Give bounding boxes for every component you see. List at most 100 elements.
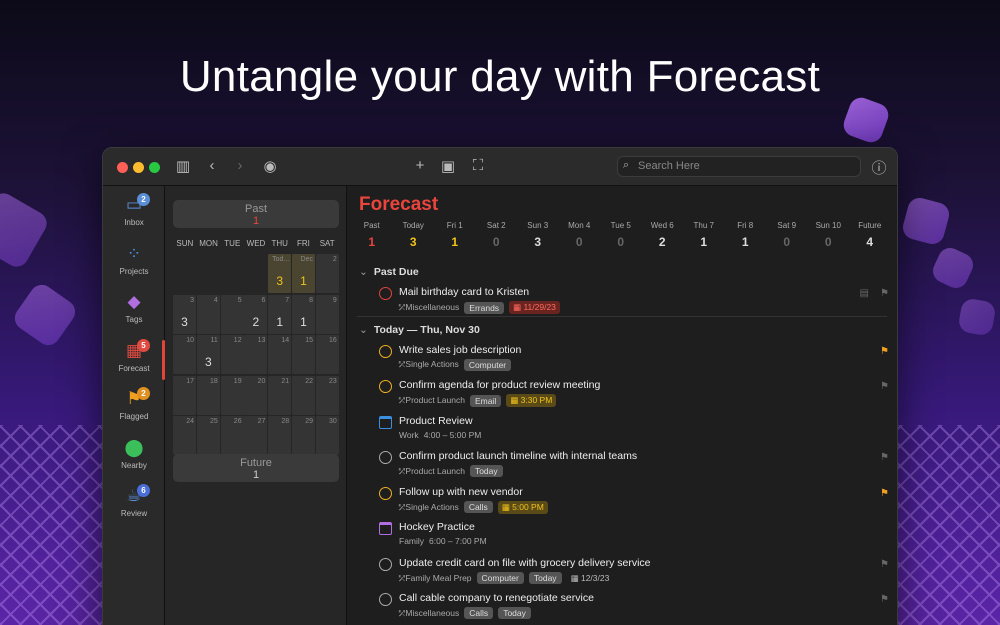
calendar-day-cell[interactable]: 22 (292, 375, 315, 415)
flag-icon[interactable]: ⚑ (880, 288, 889, 299)
calendar-day-cell[interactable]: 71 (268, 294, 292, 334)
sidebar-item-nearby[interactable]: ⬤ Nearby (103, 433, 165, 481)
search-input[interactable]: ⌕ Search Here (617, 156, 861, 177)
task-row[interactable]: Write sales job description ⤱Single Actio… (377, 344, 889, 378)
sidebar-item-projects[interactable]: ⁘ Projects (103, 239, 165, 287)
strip-day[interactable]: Sat 2 0 (476, 221, 518, 249)
past-summary-button[interactable]: Past 1 (173, 200, 339, 228)
strip-day[interactable]: Past 1 (351, 221, 393, 249)
inbox-tray-icon[interactable]: ▣ (438, 157, 458, 175)
strip-day[interactable]: Future 4 (849, 221, 891, 249)
calendar-day-cell[interactable]: 18 (196, 375, 220, 415)
calendar-day-cell[interactable]: 10 (173, 335, 196, 374)
calendar-day-cell[interactable]: 19 (220, 375, 244, 415)
task-checkbox[interactable] (379, 380, 392, 393)
tag-chip[interactable]: Today (528, 572, 562, 584)
task-checkbox[interactable] (379, 287, 392, 300)
close-window-button[interactable] (117, 162, 128, 173)
calendar-day-cell[interactable]: 9 (315, 294, 339, 334)
strip-day[interactable]: Sat 9 0 (766, 221, 808, 249)
tag-chip[interactable]: Calls (463, 501, 493, 513)
calendar-day-cell[interactable]: 28 (268, 416, 292, 455)
tag-chip[interactable]: Errands (464, 301, 505, 314)
tag-chip[interactable]: Today (469, 465, 503, 477)
calendar-day-cell[interactable]: 81 (292, 294, 315, 334)
calendar-day-cell[interactable]: 62 (244, 294, 268, 334)
section-header[interactable]: ⌄ Past Due (359, 266, 419, 278)
zoom-window-button[interactable] (149, 162, 160, 173)
calendar-event[interactable]: Hockey Practice Family 6:00 – 7:00 PM (377, 521, 887, 555)
calendar-day-cell[interactable]: 13 (244, 335, 268, 374)
sidebar-toggle-icon[interactable]: ▥ (173, 157, 193, 175)
future-summary-button[interactable]: Future 1 (173, 454, 339, 482)
calendar-day-cell[interactable]: 24 (173, 416, 196, 455)
calendar-day-cell[interactable]: 11 3 (196, 335, 220, 374)
calendar-day-cell[interactable]: 5 (220, 294, 244, 334)
calendar-day-cell[interactable]: 2 (315, 254, 339, 293)
calendar-day-cell[interactable]: Tod... 3 (268, 254, 292, 293)
sidebar-item-forecast[interactable]: ▦ 5 Forecast (103, 336, 165, 384)
flag-icon[interactable]: ⚑ (880, 346, 889, 357)
calendar-day-cell[interactable]: 27 (244, 416, 268, 455)
calendar-day-cell[interactable]: 29 (292, 416, 315, 455)
calendar-day-cell[interactable]: 23 (315, 375, 339, 415)
calendar-day-cell[interactable]: 15 (292, 335, 315, 374)
strip-day[interactable]: Thu 7 1 (683, 221, 725, 249)
strip-day[interactable]: Today 3 (393, 221, 435, 249)
calendar-day-cell[interactable]: 25 (196, 416, 220, 455)
calendar-event[interactable]: Product Review Work 4:00 – 5:00 PM (377, 415, 887, 449)
add-icon[interactable]: + (410, 157, 430, 174)
tag-chip[interactable]: Computer (463, 358, 512, 371)
strip-day[interactable]: Sun 3 3 (517, 221, 559, 249)
calendar-day-cell[interactable]: 12 (220, 335, 244, 374)
calendar-day-cell[interactable]: 21 (268, 375, 292, 415)
tag-chip[interactable]: Today (498, 607, 531, 619)
calendar-day-cell[interactable]: 4 (196, 294, 220, 334)
minimize-window-button[interactable] (133, 162, 144, 173)
chevron-down-icon[interactable]: ⌄ (359, 324, 368, 336)
strip-day[interactable]: Fri 8 1 (725, 221, 767, 249)
task-row[interactable]: Confirm product launch timeline with int… (377, 450, 889, 484)
task-checkbox[interactable] (379, 557, 392, 571)
task-checkbox[interactable] (379, 486, 392, 500)
tag-chip[interactable]: Email (469, 394, 502, 407)
calendar-day-cell[interactable]: 26 (220, 416, 244, 455)
flag-icon[interactable]: ⚑ (880, 488, 889, 499)
task-row[interactable]: Confirm agenda for product review meetin… (377, 379, 889, 413)
calendar-day-cell[interactable]: 20 (244, 375, 268, 415)
flag-icon[interactable]: ⚑ (880, 452, 889, 463)
eye-icon[interactable]: ◉ (260, 157, 280, 175)
capture-icon[interactable]: ⛶ (468, 157, 488, 174)
strip-day[interactable]: Sun 10 0 (808, 221, 850, 249)
sidebar-item-review[interactable]: ☕ 6 Review (103, 481, 165, 529)
note-icon[interactable]: ▤ (860, 288, 869, 299)
task-checkbox[interactable] (379, 451, 392, 464)
forward-chevron-icon[interactable]: › (230, 157, 250, 174)
sidebar-item-flagged[interactable]: ⚑ 2 Flagged (103, 384, 165, 432)
flag-icon[interactable]: ⚑ (880, 594, 889, 605)
task-row[interactable]: Follow up with new vendor ⤱Single Actions… (377, 486, 889, 520)
strip-day[interactable]: Wed 6 2 (642, 221, 684, 249)
task-row[interactable]: Call cable company to renegotiate servic… (377, 592, 889, 625)
sidebar-item-inbox[interactable]: ▭ 2 Inbox (103, 190, 165, 238)
calendar-day-cell[interactable]: Dec 1 (292, 254, 315, 293)
task-checkbox[interactable] (379, 593, 392, 606)
flag-icon[interactable]: ⚑ (880, 559, 889, 570)
tag-chip[interactable]: Computer (476, 572, 524, 584)
flag-icon[interactable]: ⚑ (880, 381, 889, 392)
chevron-down-icon[interactable]: ⌄ (359, 266, 368, 278)
calendar-day-cell[interactable]: 16 (315, 335, 339, 374)
info-icon[interactable]: ⓘ (869, 157, 889, 178)
strip-day[interactable]: Mon 4 0 (559, 221, 601, 249)
back-chevron-icon[interactable]: ‹ (202, 157, 222, 174)
tag-chip[interactable]: Calls (464, 607, 494, 619)
sidebar-item-tags[interactable]: ◆ Tags (103, 287, 165, 335)
calendar-day-cell[interactable]: 17 (173, 375, 196, 415)
calendar-day-cell[interactable]: 14 (268, 335, 292, 374)
strip-day[interactable]: Tue 5 0 (600, 221, 642, 249)
task-row[interactable]: Update credit card on file with grocery … (377, 557, 889, 591)
strip-day[interactable]: Fri 1 1 (434, 221, 476, 249)
calendar-day-cell[interactable]: 30 (315, 416, 339, 455)
calendar-day-cell[interactable]: 33 (173, 294, 196, 334)
section-header[interactable]: ⌄ Today — Thu, Nov 30 (359, 324, 480, 336)
